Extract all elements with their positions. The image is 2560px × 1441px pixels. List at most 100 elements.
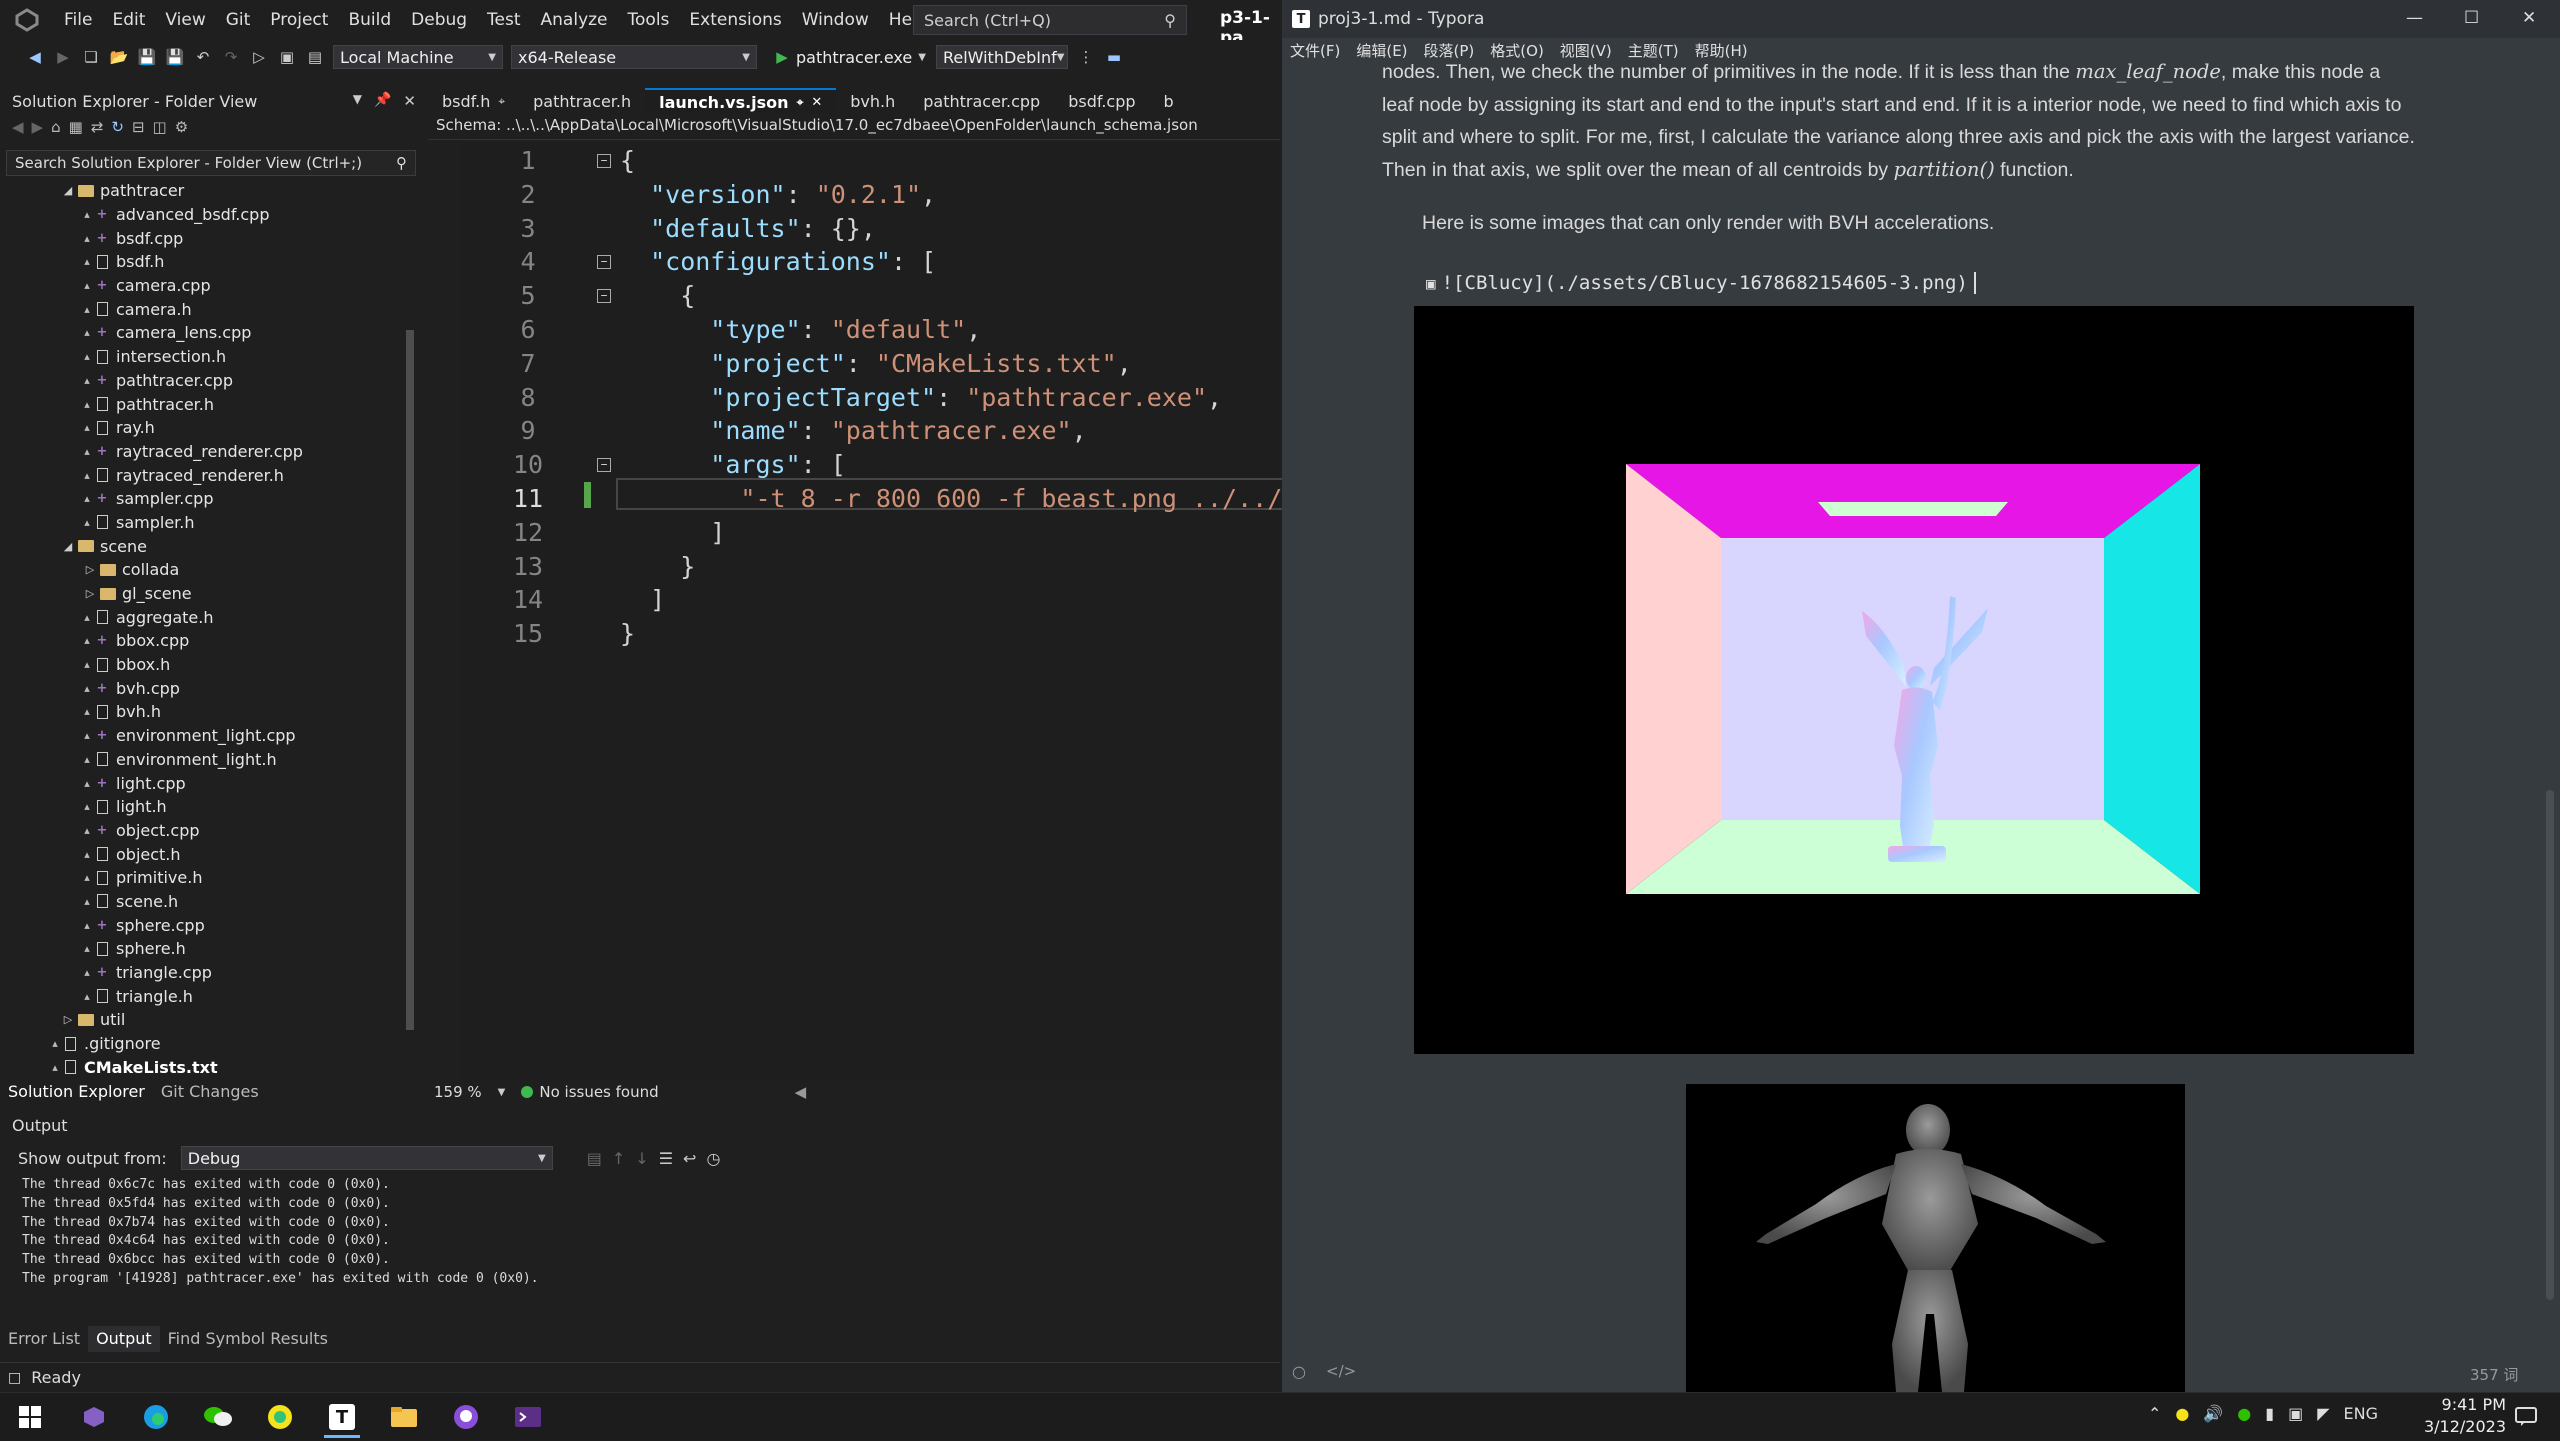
attach-icon[interactable]: ▬	[1103, 46, 1125, 68]
close-icon[interactable]: ✕	[811, 95, 822, 110]
tree-item[interactable]: ▴ environment_light.h	[0, 748, 405, 772]
github-icon[interactable]	[448, 1399, 484, 1435]
pin-icon[interactable]: ⌖	[797, 95, 804, 110]
refresh-icon[interactable]: ↻	[111, 118, 124, 142]
nav-forward-icon[interactable]: ▶	[52, 46, 74, 68]
vs-search-box[interactable]: Search (Ctrl+Q) ⚲	[913, 5, 1187, 35]
editor-tab[interactable]: launch.vs.json ⌖ ✕	[645, 88, 837, 114]
tree-item[interactable]: ▴ + sphere.cpp	[0, 913, 405, 937]
tree-item[interactable]: ▴ + environment_light.cpp	[0, 724, 405, 748]
maximize-icon[interactable]: ☐	[2464, 8, 2479, 28]
tree-item[interactable]: ▴ + bsdf.cpp	[0, 226, 405, 250]
tree-item[interactable]: ▴ camera.h	[0, 297, 405, 321]
source-mode-icon[interactable]: </>	[1326, 1362, 1356, 1380]
fold-toggle-icon[interactable]: −	[597, 154, 611, 168]
menu-item-build[interactable]: Build	[338, 10, 401, 30]
fold-toggle-icon[interactable]: −	[597, 458, 611, 473]
tree-item[interactable]: ▴ ray.h	[0, 416, 405, 440]
menu-item-tools[interactable]: Tools	[618, 10, 680, 30]
tree-item[interactable]: ◢ scene	[0, 534, 405, 558]
undo-icon[interactable]: ↶	[192, 46, 214, 68]
tree-item[interactable]: ▴ + advanced_bsdf.cpp	[0, 203, 405, 227]
tab-error-list[interactable]: Error List	[0, 1326, 88, 1352]
build-type-dropdown[interactable]: RelWithDebInf ▼	[935, 45, 1068, 69]
switch-views-icon[interactable]: ▦	[69, 118, 83, 142]
start-icon[interactable]	[12, 1399, 48, 1435]
issues-status[interactable]: No issues found	[539, 1083, 658, 1101]
taskbar-clock[interactable]: 9:41 PM 3/12/2023	[2406, 1394, 2506, 1438]
previous-message-icon[interactable]: ↑	[612, 1149, 625, 1168]
menu-item-edit[interactable]: Edit	[102, 10, 155, 30]
tree-item[interactable]: ▴ + sampler.cpp	[0, 487, 405, 511]
new-item-icon[interactable]: ❏	[80, 46, 102, 68]
beast-render-image[interactable]	[1686, 1084, 2185, 1392]
tree-item[interactable]: ▴ sphere.h	[0, 937, 405, 961]
tree-item[interactable]: ▴ aggregate.h	[0, 605, 405, 629]
typora-paragraph-2[interactable]: Here is some images that can only render…	[1422, 212, 1994, 235]
editor-tab[interactable]: pathtracer.cpp	[909, 88, 1054, 114]
wifi-icon[interactable]: ◤	[2317, 1404, 2329, 1423]
build-icon[interactable]: ▤	[304, 46, 326, 68]
properties-icon[interactable]: ⚙	[175, 118, 188, 142]
chevron-right-icon[interactable]: ▷	[60, 1013, 76, 1026]
tree-item[interactable]: ▴ + camera.cpp	[0, 274, 405, 298]
tree-item[interactable]: ▴ + object.cpp	[0, 819, 405, 843]
home-icon[interactable]: ⌂	[51, 118, 61, 142]
cblucy-render-image[interactable]	[1414, 306, 2414, 1054]
back-icon[interactable]: ◀	[12, 118, 24, 142]
menu-item-test[interactable]: Test	[477, 10, 530, 30]
menu-item-window[interactable]: Window	[792, 10, 879, 30]
file-explorer-icon[interactable]	[386, 1399, 422, 1435]
chevron-down-icon[interactable]: ▼	[918, 52, 926, 63]
tree-item[interactable]: ▴ object.h	[0, 842, 405, 866]
save-icon[interactable]: 💾	[136, 46, 158, 68]
menu-item-project[interactable]: Project	[260, 10, 338, 30]
sidebar-toggle-icon[interactable]: ○	[1292, 1362, 1306, 1381]
tree-item[interactable]: ▴ raytraced_renderer.h	[0, 463, 405, 487]
tree-item[interactable]: ▷ util	[0, 1008, 405, 1032]
fold-toggle-icon[interactable]: −	[597, 255, 611, 270]
tree-item[interactable]: ▴ bbox.h	[0, 653, 405, 677]
typora-scrollbar-thumb[interactable]	[2546, 790, 2554, 1300]
clock-icon[interactable]: ◷	[706, 1149, 720, 1168]
tree-item[interactable]: ▴ sampler.h	[0, 511, 405, 535]
tree-item[interactable]: ▴ + bbox.cpp	[0, 629, 405, 653]
editor-tab[interactable]: b	[1150, 88, 1188, 114]
panel-menu-icon[interactable]: ▼	[353, 92, 362, 111]
qq-music-icon[interactable]	[262, 1399, 298, 1435]
tab-find-symbol-results[interactable]: Find Symbol Results	[160, 1326, 336, 1352]
editor-tab[interactable]: pathtracer.h	[519, 88, 645, 114]
tree-item[interactable]: ▷ collada	[0, 558, 405, 582]
solution-explorer-search[interactable]: Search Solution Explorer - Folder View (…	[6, 150, 416, 176]
tree-item[interactable]: ▴ intersection.h	[0, 345, 405, 369]
menu-item-git[interactable]: Git	[216, 10, 261, 30]
chevron-right-icon[interactable]: ▷	[82, 587, 98, 600]
visual-studio-taskbar-icon[interactable]	[76, 1399, 112, 1435]
chevron-down-icon[interactable]: ◢	[60, 540, 76, 553]
tree-item[interactable]: ▴ bsdf.h	[0, 250, 405, 274]
forward-icon[interactable]: ▶	[32, 118, 44, 142]
tree-item[interactable]: ▴ primitive.h	[0, 866, 405, 890]
edge-icon[interactable]	[138, 1399, 174, 1435]
tab-git-changes[interactable]: Git Changes	[153, 1080, 267, 1104]
terminal-icon[interactable]	[510, 1399, 546, 1435]
tree-item[interactable]: ▴ + light.cpp	[0, 771, 405, 795]
show-all-files-icon[interactable]: ◫	[153, 118, 167, 142]
menu-item-analyze[interactable]: Analyze	[531, 10, 618, 30]
tray-app-icon[interactable]: ●	[2175, 1404, 2189, 1423]
config-dropdown[interactable]: x64-Release ▼	[511, 45, 757, 69]
menu-item-debug[interactable]: Debug	[401, 10, 477, 30]
open-folder-icon[interactable]: 📂	[108, 46, 130, 68]
close-icon[interactable]: ✕	[403, 92, 416, 111]
output-text[interactable]: The thread 0x6c7c has exited with code 0…	[22, 1176, 539, 1289]
typora-paragraph-1[interactable]: nodes. Then, we check the number of prim…	[1382, 56, 2452, 186]
tree-scrollbar-thumb[interactable]	[406, 330, 414, 1030]
tree-item[interactable]: ▴ CMakeLists.txt	[0, 1055, 405, 1079]
run-target-button[interactable]: pathtracer.exe	[796, 48, 912, 67]
output-source-dropdown[interactable]: Debug ▼	[180, 1146, 553, 1170]
pin-icon[interactable]: 📌	[374, 92, 391, 111]
sync-icon[interactable]: ⇄	[91, 118, 104, 142]
language-indicator[interactable]: ENG	[2344, 1404, 2378, 1423]
tree-item[interactable]: ▴ + triangle.cpp	[0, 961, 405, 985]
start-without-debug-icon[interactable]: ▷	[248, 46, 270, 68]
